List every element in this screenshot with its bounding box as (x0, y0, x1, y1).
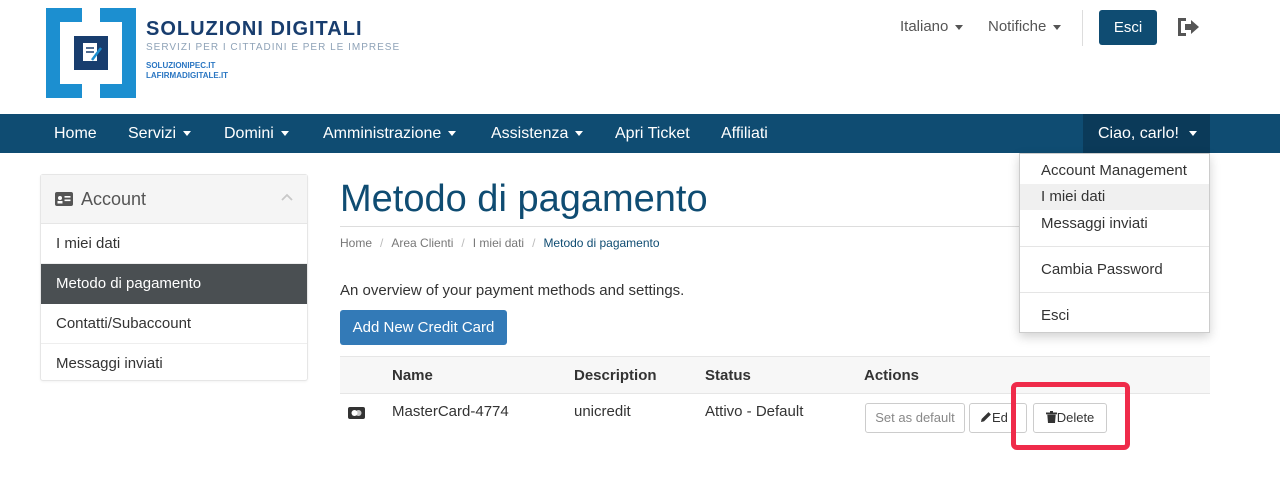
account-sidebar: Account I miei dati Metodo di pagamento … (40, 174, 308, 381)
breadcrumb-home[interactable]: Home (340, 236, 372, 250)
set-as-default-button[interactable]: Set as default (865, 403, 965, 433)
chevron-down-icon (183, 131, 192, 137)
notifications-label: Notifiche (988, 18, 1047, 35)
sign-out-icon[interactable] (1176, 16, 1200, 38)
menu-item-messaggi-inviati[interactable]: Messaggi inviati (1020, 211, 1209, 237)
chevron-down-icon (955, 24, 964, 30)
sidebar-item-i-miei-dati[interactable]: I miei dati (41, 224, 307, 264)
user-menu-toggle[interactable]: Ciao, carlo! (1083, 114, 1210, 153)
column-header-actions: Actions (864, 367, 920, 384)
chevron-down-icon (1188, 131, 1197, 137)
mastercard-icon (348, 407, 365, 419)
brand-link-lafirmadigitale[interactable]: LAFIRMADIGITALE.IT (146, 71, 228, 80)
site-header: SOLUZIONI DIGITALI SERVIZI PER I CITTADI… (0, 0, 1280, 114)
nav-item-home[interactable]: Home (54, 114, 97, 153)
breadcrumb-area-clienti[interactable]: Area Clienti (391, 236, 453, 250)
title-divider (340, 226, 1020, 227)
user-dropdown-menu: Account Management I miei dati Messaggi … (1019, 153, 1210, 333)
notifications-dropdown[interactable]: Notifiche (988, 18, 1062, 35)
chevron-down-icon (280, 131, 289, 137)
chevron-down-icon (1053, 24, 1062, 30)
brand-link-soluzionipec[interactable]: SOLUZIONIPEC.IT (146, 61, 215, 70)
logo-mark-icon (46, 8, 136, 98)
menu-divider (1020, 246, 1209, 247)
menu-item-esci[interactable]: Esci (1020, 303, 1209, 329)
sidebar-header[interactable]: Account (41, 175, 307, 224)
column-header-name: Name (392, 367, 433, 384)
nav-item-servizi[interactable]: Servizi (128, 114, 192, 153)
nav-item-domini[interactable]: Domini (224, 114, 289, 153)
top-divider (1082, 10, 1083, 46)
delete-highlight-annotation (1011, 382, 1130, 450)
nav-item-assistenza[interactable]: Assistenza (491, 114, 584, 153)
nav-item-amministrazione[interactable]: Amministrazione (323, 114, 457, 153)
sidebar-item-metodo-di-pagamento[interactable]: Metodo di pagamento (41, 264, 307, 304)
nav-item-apri-ticket[interactable]: Apri Ticket (615, 114, 690, 153)
language-dropdown[interactable]: Italiano (900, 18, 964, 35)
intro-text: An overview of your payment methods and … (340, 282, 685, 299)
menu-item-i-miei-dati[interactable]: I miei dati (1020, 184, 1209, 210)
add-credit-card-button[interactable]: Add New Credit Card (340, 310, 507, 345)
sidebar-title: Account (81, 189, 147, 209)
edit-button-label: Ed (992, 410, 1008, 425)
sidebar-item-contatti-subaccount[interactable]: Contatti/Subaccount (41, 304, 307, 344)
page-title: Metodo di pagamento (340, 178, 708, 220)
column-header-description: Description (574, 367, 657, 384)
breadcrumb: Home / Area Clienti / I miei dati / Metodo di … (340, 236, 660, 250)
card-description: unicredit (574, 403, 631, 420)
card-status: Attivo - Default (705, 403, 804, 420)
breadcrumb-current: Metodo di pagamento (543, 236, 660, 250)
column-header-status: Status (705, 367, 751, 384)
logout-button[interactable]: Esci (1099, 10, 1157, 45)
brand-logo[interactable]: SOLUZIONI DIGITALI SERVIZI PER I CITTADI… (46, 8, 406, 98)
main-navbar: Home Servizi Domini Amministrazione Assi… (0, 114, 1280, 153)
chevron-down-icon (448, 131, 457, 137)
chevron-up-icon[interactable] (281, 193, 293, 201)
brand-title: SOLUZIONI DIGITALI (146, 18, 363, 40)
id-card-icon (55, 192, 73, 206)
menu-item-cambia-password[interactable]: Cambia Password (1020, 257, 1209, 283)
breadcrumb-i-miei-dati[interactable]: I miei dati (473, 236, 524, 250)
chevron-down-icon (575, 131, 584, 137)
sidebar-item-messaggi-inviati[interactable]: Messaggi inviati (41, 344, 307, 384)
menu-divider (1020, 292, 1209, 293)
nav-item-affiliati[interactable]: Affiliati (721, 114, 768, 153)
menu-item-account-management[interactable]: Account Management (1020, 158, 1209, 184)
brand-subtitle: SERVIZI PER I CITTADINI E PER LE IMPRESE (146, 42, 401, 53)
pencil-icon (981, 412, 991, 422)
language-label: Italiano (900, 18, 949, 35)
card-name: MasterCard-4774 (392, 403, 509, 420)
